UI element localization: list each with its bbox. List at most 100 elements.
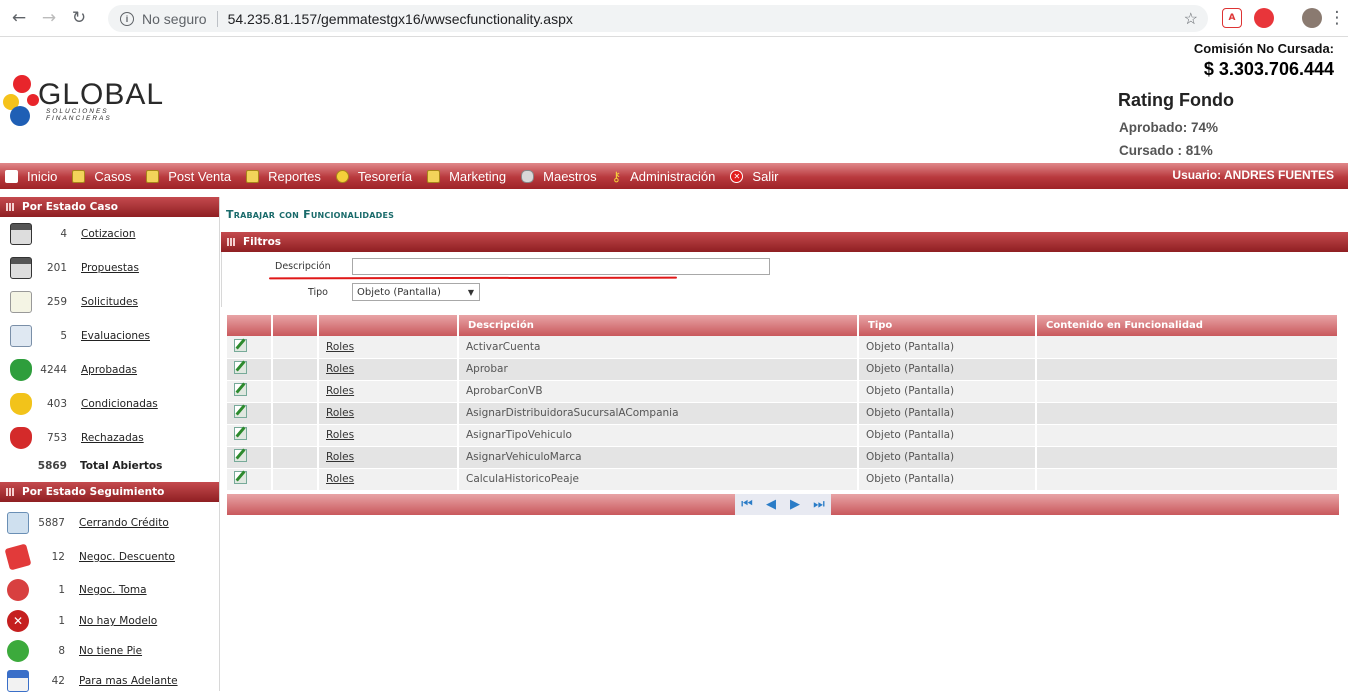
menu-casos[interactable]: Casos bbox=[72, 163, 131, 189]
roles-link[interactable]: Roles bbox=[318, 336, 459, 359]
forward-icon[interactable]: → bbox=[38, 7, 60, 29]
type-select-value: Objeto (Pantalla) bbox=[357, 286, 441, 298]
pdf-extension-icon[interactable]: A bbox=[1222, 8, 1242, 28]
roles-link[interactable]: Roles bbox=[318, 468, 459, 491]
item-link[interactable]: Para mas Adelante bbox=[79, 675, 178, 687]
edit-icon[interactable] bbox=[234, 383, 247, 396]
menu-tesoreria[interactable]: Tesorería bbox=[335, 163, 413, 189]
sidebar-item-negoc-descuento: 12 Negoc. Descuento bbox=[0, 539, 219, 574]
blank-cell bbox=[272, 358, 319, 381]
item-link[interactable]: No hay Modelo bbox=[79, 615, 157, 627]
edit-icon[interactable] bbox=[234, 361, 247, 374]
type-cell: Objeto (Pantalla) bbox=[858, 380, 1037, 403]
sidebar-total: 5869 Total Abiertos bbox=[0, 455, 219, 477]
menu-label: Tesorería bbox=[357, 168, 413, 184]
table-row: Roles AsignarVehiculoMarca Objeto (Panta… bbox=[227, 446, 1339, 469]
item-count: 42 bbox=[51, 675, 65, 687]
col-header-edit bbox=[227, 315, 273, 336]
profile-avatar[interactable] bbox=[1302, 8, 1322, 28]
menu-salir[interactable]: ✕ Salir bbox=[730, 163, 778, 189]
item-link[interactable]: Negoc. Toma bbox=[79, 584, 147, 596]
blank-cell bbox=[272, 424, 319, 447]
rating-approved: Aprobado: 74% bbox=[1119, 120, 1219, 135]
edit-icon[interactable] bbox=[234, 338, 247, 352]
item-count: 12 bbox=[51, 550, 65, 563]
logo-tagline: SOLUCIONES FINANCIERAS bbox=[46, 108, 112, 122]
table-row: Roles ActivarCuenta Objeto (Pantalla) bbox=[227, 336, 1339, 359]
roles-link[interactable]: Roles bbox=[318, 358, 459, 381]
menu-reportes[interactable]: Reportes bbox=[246, 163, 321, 189]
menu-inicio[interactable]: Inicio bbox=[5, 163, 57, 189]
col-header-roles bbox=[318, 315, 459, 336]
database-icon bbox=[521, 169, 535, 183]
home-icon bbox=[5, 169, 18, 183]
roles-link[interactable]: Roles bbox=[318, 402, 459, 425]
calendar-icon bbox=[7, 670, 29, 692]
menu-post-venta[interactable]: Post Venta bbox=[146, 163, 231, 189]
menu-marketing[interactable]: Marketing bbox=[427, 163, 506, 189]
col-header-content[interactable]: Contenido en Funcionalidad bbox=[1036, 315, 1339, 336]
type-cell: Objeto (Pantalla) bbox=[858, 358, 1037, 381]
item-link[interactable]: No tiene Pie bbox=[79, 645, 142, 657]
x-circle-icon: ✕ bbox=[7, 610, 29, 632]
shield-x-icon bbox=[10, 427, 32, 449]
item-link[interactable]: Propuestas bbox=[81, 262, 139, 274]
section-title: Por Estado Seguimiento bbox=[22, 486, 165, 498]
edit-icon[interactable] bbox=[234, 405, 247, 418]
menu-label: Salir bbox=[752, 168, 779, 184]
next-page-icon[interactable]: ▶ bbox=[787, 497, 803, 513]
item-link[interactable]: Cerrando Crédito bbox=[79, 517, 169, 529]
sidebar-item-no-hay-modelo: ✕ 1 No hay Modelo bbox=[0, 606, 219, 636]
table-row: Roles AsignarTipoVehiculo Objeto (Pantal… bbox=[227, 424, 1339, 447]
item-link[interactable]: Solicitudes bbox=[81, 296, 138, 308]
shield-check-icon bbox=[10, 359, 32, 381]
first-page-icon[interactable]: ⏮ bbox=[739, 497, 755, 513]
bookmark-star-icon[interactable]: ☆ bbox=[1184, 9, 1198, 29]
item-link[interactable]: Cotizacion bbox=[81, 228, 136, 240]
previous-page-icon[interactable]: ◀ bbox=[763, 497, 779, 513]
edit-icon[interactable] bbox=[234, 449, 247, 462]
col-header-description[interactable]: Descripción bbox=[458, 315, 859, 336]
main-menu: Inicio Casos Post Venta Reportes Tesorer… bbox=[0, 163, 1348, 189]
roles-link[interactable]: Roles bbox=[318, 424, 459, 447]
menu-dots-icon[interactable]: ⋮ bbox=[1326, 7, 1348, 29]
col-header-type[interactable]: Tipo bbox=[858, 315, 1037, 336]
signature-icon bbox=[7, 512, 29, 534]
global-logo: GLOBAL SOLUCIONES FINANCIERAS bbox=[0, 70, 170, 132]
menu-label: Administración bbox=[630, 168, 716, 184]
folder-icon bbox=[72, 169, 86, 183]
sidebar-item-no-tiene-pie: 8 No tiene Pie bbox=[0, 636, 219, 666]
item-count: 1 bbox=[58, 615, 65, 627]
exit-icon: ✕ bbox=[730, 169, 744, 183]
extension-icon[interactable] bbox=[1254, 8, 1274, 28]
item-link[interactable]: Rechazadas bbox=[81, 432, 144, 444]
reload-icon[interactable]: ↻ bbox=[68, 7, 90, 29]
percent-tag-icon bbox=[4, 543, 32, 570]
roles-link[interactable]: Roles bbox=[318, 446, 459, 469]
menu-label: Maestros bbox=[543, 168, 597, 184]
description-cell: ActivarCuenta bbox=[458, 336, 859, 359]
money-icon bbox=[7, 640, 29, 662]
item-link[interactable]: Aprobadas bbox=[81, 364, 137, 376]
type-select[interactable]: Objeto (Pantalla) ▼ bbox=[352, 283, 480, 301]
description-input[interactable] bbox=[352, 258, 770, 275]
sidebar-item-rechazadas: 753 Rechazadas bbox=[0, 421, 219, 455]
item-link[interactable]: Negoc. Descuento bbox=[79, 551, 175, 563]
edit-icon[interactable] bbox=[234, 427, 247, 440]
item-link[interactable]: Condicionadas bbox=[81, 398, 158, 410]
edit-cell bbox=[227, 336, 273, 359]
back-icon[interactable]: ← bbox=[8, 7, 30, 29]
info-icon[interactable]: i bbox=[120, 11, 134, 26]
address-bar[interactable]: i No seguro 54.235.81.157/gemmatestgx16/… bbox=[108, 5, 1208, 32]
commission-value: $ 3.303.706.444 bbox=[1203, 59, 1334, 79]
item-count: 5 bbox=[60, 330, 67, 342]
sidebar-section-estado-seguimiento: Por Estado Seguimiento bbox=[0, 482, 219, 502]
last-page-icon[interactable]: ⏭ bbox=[811, 497, 827, 513]
menu-administracion[interactable]: ⚷ Administración bbox=[612, 163, 716, 189]
description-label: Descripción bbox=[275, 261, 331, 272]
coin-icon bbox=[335, 169, 349, 183]
edit-icon[interactable] bbox=[234, 471, 247, 484]
item-link[interactable]: Evaluaciones bbox=[81, 330, 150, 342]
menu-maestros[interactable]: Maestros bbox=[521, 163, 597, 189]
roles-link[interactable]: Roles bbox=[318, 380, 459, 403]
